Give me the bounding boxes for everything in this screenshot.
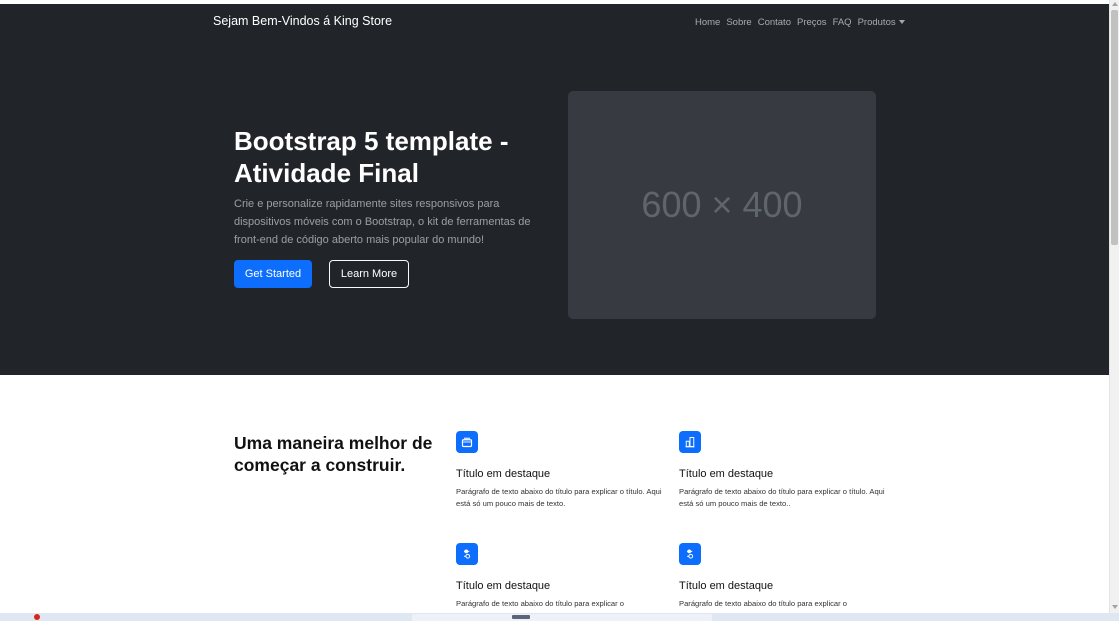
scroll-up-arrow-icon[interactable]: [1112, 2, 1118, 6]
nav-dropdown-label: Produtos: [857, 17, 896, 28]
feature-title: Título em destaque: [456, 580, 551, 592]
taskbar-app-icon[interactable]: [34, 614, 40, 620]
taskbar-search-box[interactable]: [412, 614, 712, 621]
feature-item: Título em destaque Parágrafo de texto ab…: [679, 543, 889, 610]
taskbar-pinned-icon[interactable]: [512, 615, 530, 619]
feature-item: Título em destaque Parágrafo de texto ab…: [456, 543, 666, 610]
toggles-icon: [456, 543, 478, 565]
hero-title: Bootstrap 5 template - Atividade Final: [234, 126, 509, 188]
feature-item: Título em destaque Parágrafo de texto ab…: [456, 431, 666, 510]
placeholder-label: 600 × 400: [641, 184, 803, 225]
nav-links: Home Sobre Contato Preços FAQ Produtos: [695, 17, 905, 28]
learn-more-button[interactable]: Learn More: [329, 260, 409, 288]
hero-image-placeholder: 600 × 400: [568, 91, 876, 319]
navbar-brand[interactable]: Sejam Bem-Vindos á King Store: [213, 14, 392, 28]
navbar: Sejam Bem-Vindos á King Store Home Sobre…: [0, 4, 1109, 38]
feature-text: Parágrafo de texto abaixo do título para…: [456, 599, 625, 608]
toggles-icon: [679, 543, 701, 565]
nav-dropdown-produtos[interactable]: Produtos: [858, 17, 905, 28]
building-icon: [679, 431, 701, 453]
hero-section: Bootstrap 5 template - Atividade Final C…: [0, 38, 1109, 375]
feature-title: Título em destaque: [679, 468, 774, 480]
scroll-down-arrow-icon[interactable]: [1112, 605, 1118, 609]
feature-text: Parágrafo de texto abaixo do título para…: [679, 487, 885, 508]
vertical-scrollbar[interactable]: [1109, 0, 1119, 613]
nav-link-contato[interactable]: Contato: [758, 17, 791, 28]
features-heading: Uma maneira melhor de começar a construi…: [234, 433, 433, 475]
feature-title: Título em destaque: [456, 468, 551, 480]
nav-link-faq[interactable]: FAQ: [833, 17, 852, 28]
nav-link-home[interactable]: Home: [695, 17, 720, 28]
get-started-button[interactable]: Get Started: [234, 260, 312, 288]
feature-item: Título em destaque Parágrafo de texto ab…: [679, 431, 889, 510]
hero-lead: Crie e personalize rapidamente sites res…: [234, 198, 531, 246]
caret-down-icon: [898, 20, 905, 24]
page-viewport: Sejam Bem-Vindos á King Store Home Sobre…: [0, 0, 1109, 613]
feature-title: Título em destaque: [679, 580, 774, 592]
nav-link-precos[interactable]: Preços: [797, 17, 827, 28]
scrollbar-thumb[interactable]: [1111, 10, 1118, 245]
feature-text: Parágrafo de texto abaixo do título para…: [456, 487, 662, 508]
nav-link-sobre[interactable]: Sobre: [726, 17, 751, 28]
os-taskbar: [0, 613, 1119, 621]
collection-icon: [456, 431, 478, 453]
feature-text: Parágrafo de texto abaixo do título para…: [679, 599, 848, 608]
